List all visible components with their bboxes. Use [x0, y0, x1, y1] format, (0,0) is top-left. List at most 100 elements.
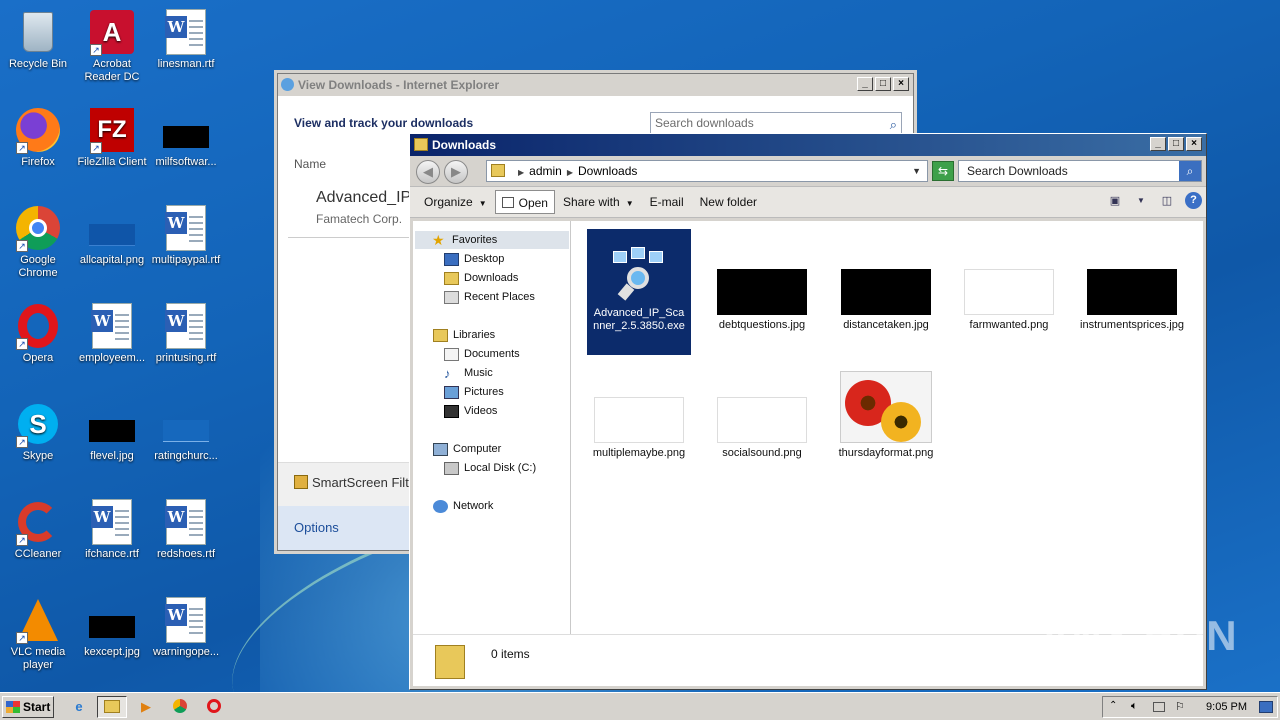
explorer-title-bar[interactable]: Downloads _ □ × — [410, 134, 1206, 156]
chevron-right-icon[interactable]: ▶ — [567, 168, 573, 177]
smartscreen-link[interactable]: SmartScreen Filte — [294, 475, 416, 490]
maximize-button[interactable]: □ — [1168, 137, 1184, 151]
desktop-icon-redshoes[interactable]: redshoes.rtf — [148, 498, 224, 561]
minimize-button[interactable]: _ — [1150, 137, 1166, 151]
taskbar-ie-button[interactable]: e — [64, 696, 94, 718]
nav-local-disk[interactable]: Local Disk (C:) — [444, 459, 536, 477]
desktop-icon-allcapital[interactable]: allcapital.png — [74, 204, 150, 267]
maximize-button[interactable]: □ — [875, 77, 891, 91]
search-icon[interactable]: ⌕ — [1179, 161, 1201, 181]
new-folder-button[interactable]: New folder — [692, 190, 765, 214]
file-item[interactable]: debtquestions.jpg — [703, 269, 821, 332]
volume-icon[interactable]: 🔈︎ — [1131, 700, 1138, 713]
desktop-icon-employeem[interactable]: employeem... — [74, 302, 150, 365]
smartscreen-label: SmartScreen Filte — [312, 475, 417, 490]
desktop-icon-kexcept[interactable]: kexcept.jpg — [74, 596, 150, 659]
desktop-icon-chrome[interactable]: ↗ Google Chrome — [0, 204, 76, 280]
start-button[interactable]: Start — [2, 696, 54, 718]
nav-recent-places[interactable]: Recent Places — [444, 288, 535, 306]
show-desktop-icon[interactable] — [1259, 701, 1273, 713]
file-list[interactable]: Advanced_IP_Scanner_2.5.3850.exe debtque… — [573, 221, 1203, 635]
acrobat-icon: A ↗ — [88, 8, 136, 56]
desktop-icon-linesman[interactable]: linesman.rtf — [148, 8, 224, 71]
desktop-icon-printusing[interactable]: printusing.rtf — [148, 302, 224, 365]
nav-videos[interactable]: Videos — [444, 402, 497, 420]
nav-label: Local Disk (C:) — [464, 462, 537, 474]
file-name: distancetaken.jpg — [843, 319, 929, 331]
nav-label: Videos — [464, 405, 498, 417]
ie-title-bar[interactable]: View Downloads - Internet Explorer _ □ × — [278, 74, 913, 96]
navigation-pane[interactable]: ★ Favorites Desktop Downloads Recent Plac… — [413, 221, 571, 635]
nav-downloads[interactable]: Downloads — [444, 269, 518, 287]
desktop-icon-firefox[interactable]: ↗ Firefox — [0, 106, 76, 169]
file-item[interactable]: thursdayformat.png — [827, 371, 945, 460]
search-icon[interactable]: ⌕ — [890, 115, 897, 135]
ie-search-input[interactable]: Search downloads ⌕ — [650, 112, 902, 134]
help-icon[interactable]: ? — [1185, 192, 1202, 209]
network-status-icon[interactable] — [1153, 702, 1165, 712]
desktop-icon-skype[interactable]: S ↗ Skype — [0, 400, 76, 463]
taskbar-explorer-button[interactable] — [97, 696, 127, 718]
desktop-icon-milfsoftwar[interactable]: milfsoftwar... — [148, 106, 224, 169]
view-options-icon[interactable]: ▣ — [1107, 193, 1123, 209]
breadcrumb-downloads[interactable]: Downloads — [578, 164, 637, 178]
open-button[interactable]: Open — [494, 190, 555, 214]
desktop-icon-multipaypal[interactable]: multipaypal.rtf — [148, 204, 224, 267]
back-button[interactable]: ◀ — [416, 160, 440, 184]
explorer-window[interactable]: Downloads _ □ × ◀ ▶ ▶ admin ▶ Downloads ▼ ⇆… — [409, 133, 1207, 690]
taskbar-media-player-button[interactable]: ▶ — [131, 696, 161, 718]
forward-button[interactable]: ▶ — [444, 160, 468, 184]
nav-pictures[interactable]: Pictures — [444, 383, 504, 401]
desktop-icon-flevel[interactable]: flevel.jpg — [74, 400, 150, 463]
chevron-up-icon[interactable]: ⌃ — [1109, 700, 1117, 711]
chevron-down-icon[interactable]: ▼ — [1133, 193, 1149, 209]
desktop-icon-ccleaner[interactable]: ↗ CCleaner — [0, 498, 76, 561]
address-bar[interactable]: ▶ admin ▶ Downloads ▼ — [486, 160, 928, 182]
nav-label: Recent Places — [464, 291, 535, 303]
nav-music[interactable]: ♪ Music — [444, 364, 493, 382]
refresh-button[interactable]: ⇆ — [932, 161, 954, 181]
media-player-icon: ▶ — [141, 699, 151, 714]
desktop-icon-warningope[interactable]: warningope... — [148, 596, 224, 659]
nav-desktop[interactable]: Desktop — [444, 250, 504, 268]
desktop-icon-acrobat[interactable]: A ↗ Acrobat Reader DC — [74, 8, 150, 84]
file-item[interactable]: farmwanted.png — [950, 269, 1068, 332]
desktop-icon-filezilla[interactable]: FZ ↗ FileZilla Client — [74, 106, 150, 169]
nav-documents[interactable]: Documents — [444, 345, 520, 363]
chevron-down-icon[interactable]: ▼ — [912, 161, 921, 181]
file-item[interactable]: distancetaken.jpg — [827, 269, 945, 332]
ie-heading: View and track your downloads — [294, 116, 474, 130]
explorer-search-input[interactable]: Search Downloads ⌕ — [958, 160, 1202, 182]
desktop-icon-ratingchurc[interactable]: ratingchurc... — [148, 400, 224, 463]
nav-computer[interactable]: Computer — [433, 440, 501, 458]
minimize-button[interactable]: _ — [857, 77, 873, 91]
flag-icon[interactable]: ⚐ — [1175, 700, 1185, 713]
name-column-header[interactable]: Name — [294, 157, 326, 171]
close-button[interactable]: × — [893, 77, 909, 91]
desktop-icon — [444, 252, 459, 266]
file-item[interactable]: Advanced_IP_Scanner_2.5.3850.exe — [587, 229, 691, 355]
breadcrumb-admin[interactable]: admin — [529, 164, 562, 178]
desktop-icon-opera[interactable]: ↗ Opera — [0, 302, 76, 365]
nav-libraries[interactable]: Libraries — [433, 326, 495, 344]
nav-network[interactable]: Network — [433, 497, 493, 515]
share-with-button[interactable]: Share with ▼ — [555, 190, 642, 214]
close-button[interactable]: × — [1186, 137, 1202, 151]
file-item[interactable]: socialsound.png — [703, 397, 821, 460]
desktop-icon-ifchance[interactable]: ifchance.rtf — [74, 498, 150, 561]
desktop-icon-vlc[interactable]: ↗ VLC media player — [0, 596, 76, 672]
network-scanner-icon — [609, 243, 669, 303]
chevron-right-icon[interactable]: ▶ — [518, 168, 524, 177]
clock[interactable]: 9:05 PM — [1206, 701, 1247, 713]
desktop-icon-recycle-bin[interactable]: Recycle Bin — [0, 8, 76, 71]
desktop-icon-label: Acrobat Reader DC — [84, 58, 140, 83]
preview-pane-icon[interactable]: ◫ — [1159, 193, 1175, 209]
file-item[interactable]: multiplemaybe.png — [580, 397, 698, 460]
organize-button[interactable]: Organize ▼ — [416, 190, 495, 214]
taskbar-opera-button[interactable] — [199, 696, 229, 718]
download-item-name[interactable]: Advanced_IP — [316, 189, 411, 207]
file-item[interactable]: instrumentsprices.jpg — [1073, 269, 1191, 332]
email-button[interactable]: E-mail — [642, 190, 692, 214]
nav-favorites[interactable]: ★ Favorites — [415, 231, 569, 249]
taskbar-chrome-button[interactable] — [165, 696, 195, 718]
